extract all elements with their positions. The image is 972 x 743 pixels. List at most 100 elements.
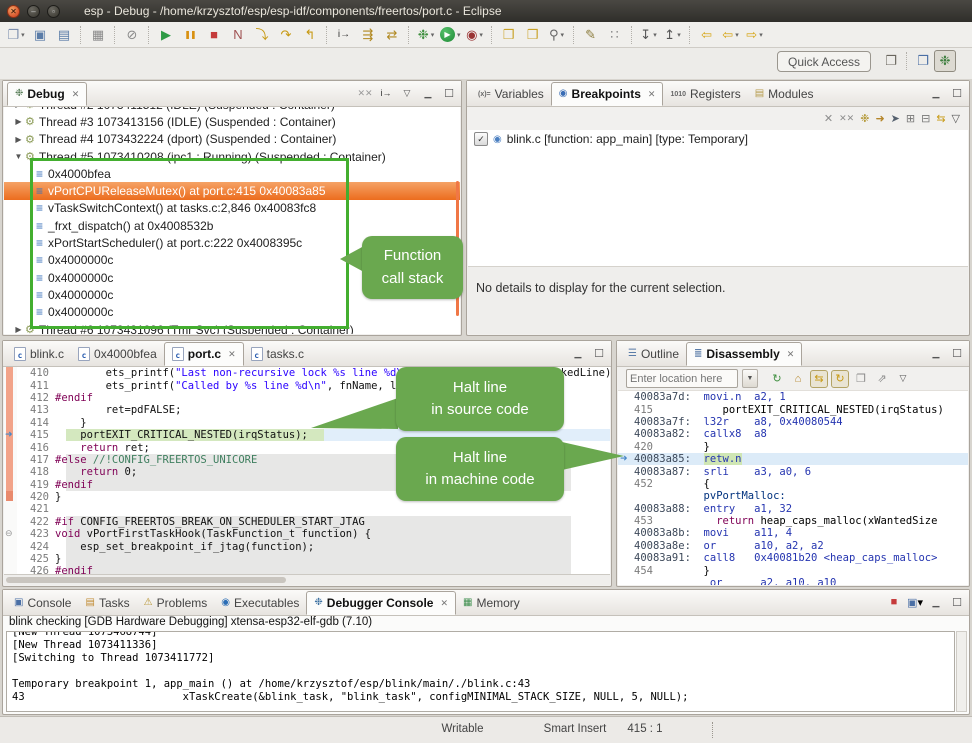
line-number[interactable]: 424: [17, 541, 55, 553]
tab-variables[interactable]: (x)=Variables: [471, 82, 551, 106]
back-to-last-edit-button[interactable]: ⇦: [695, 24, 719, 46]
line-number[interactable]: 416: [17, 442, 55, 454]
remove-all-terminated-button[interactable]: ✕✕: [356, 84, 374, 102]
tab-blink-c[interactable]: cblink.c: [7, 342, 71, 366]
tab-breakpoints[interactable]: ◉Breakpoints✕: [551, 82, 664, 106]
save-all-button[interactable]: ▤: [52, 24, 76, 46]
debug-frame-row[interactable]: ≡0x4000bfea: [4, 165, 460, 182]
debug-perspective-button[interactable]: ❉: [934, 50, 956, 72]
step-into-button[interactable]: ⤵: [250, 24, 274, 46]
disassembly-row[interactable]: 454 }: [618, 564, 968, 576]
debug-thread-row[interactable]: ▼⚙Thread #5 1073410208 (ipc1 : Running) …: [4, 148, 460, 165]
tab-tasks[interactable]: ▤Tasks: [78, 591, 136, 615]
line-number[interactable]: 414: [17, 417, 55, 429]
view-menu[interactable]: ▽: [952, 112, 960, 125]
debug-thread-row[interactable]: ▶⚙Thread #6 1073431096 (Tmr Svc) (Suspen…: [4, 321, 460, 334]
disassembly-row[interactable]: 420 }: [618, 441, 968, 453]
fold-collapse-icon[interactable]: ⊖: [5, 528, 13, 539]
close-icon[interactable]: ✕: [228, 349, 236, 360]
expander-icon[interactable]: ▼: [13, 152, 24, 161]
last-edit-location-button[interactable]: ✎: [579, 24, 603, 46]
console-output[interactable]: [New Thread 1073468744][New Thread 10734…: [6, 631, 955, 712]
minimize-button[interactable]: ▁: [927, 593, 945, 611]
disassembly-row[interactable]: 40083a88: entry a1, 32: [618, 503, 968, 515]
debug-thread-row[interactable]: ▶⚙Thread #4 1073432224 (dport) (Suspende…: [4, 131, 460, 148]
disassembly-row[interactable]: 452 {: [618, 478, 968, 490]
expander-icon[interactable]: ▶: [13, 135, 24, 144]
tab-tasks-c[interactable]: ctasks.c: [244, 342, 311, 366]
line-number[interactable]: 425: [17, 553, 55, 565]
close-icon[interactable]: ✕: [787, 349, 795, 360]
home-button[interactable]: ⌂: [789, 370, 807, 388]
remove-all-breakpoints-button[interactable]: ✕✕: [839, 113, 854, 124]
line-number[interactable]: 417: [17, 454, 55, 466]
back-button-dropdown-icon[interactable]: ▾: [735, 31, 739, 39]
scrollbar-thumb[interactable]: [6, 577, 286, 583]
disassembly-row[interactable]: or a2, a10, a10: [618, 577, 968, 585]
tab-modules[interactable]: ▤Modules: [748, 82, 821, 106]
disassembly-row[interactable]: 40083a7d: movi.n a2, 1: [618, 391, 968, 403]
line-number[interactable]: 410: [17, 367, 55, 379]
profile-button[interactable]: ◉▾: [463, 24, 487, 46]
debug-frame-row[interactable]: ≡_frxt_dispatch() at 0x4008532b: [4, 217, 460, 234]
tab-executables[interactable]: ◉Executables: [214, 591, 306, 615]
disassembly-view[interactable]: 40083a7d: movi.n a2, 1415 portEXIT_CRITI…: [618, 391, 968, 585]
minimize-button[interactable]: ▁: [927, 84, 945, 102]
disassembly-row[interactable]: 453 return heap_caps_malloc(xWantedSize: [618, 515, 968, 527]
new-wizard-button[interactable]: ❐▾: [4, 24, 28, 46]
terminate-button[interactable]: ■: [885, 593, 903, 611]
search-button-dropdown-icon[interactable]: ▾: [561, 31, 565, 39]
tab-outline[interactable]: ☰Outline: [621, 342, 686, 366]
disconnect-button[interactable]: N: [226, 24, 250, 46]
profile-button-dropdown-icon[interactable]: ▾: [479, 31, 483, 39]
open-element-button[interactable]: ❒: [521, 24, 545, 46]
expander-icon[interactable]: ▶: [13, 117, 24, 126]
disassembly-row[interactable]: 40083a87: srli a3, a0, 6: [618, 465, 968, 477]
location-dropdown-icon[interactable]: ▼: [742, 369, 758, 388]
mark-occurrences-button[interactable]: ∷: [603, 24, 627, 46]
disassembly-row[interactable]: pvPortMalloc:: [618, 490, 968, 502]
line-number[interactable]: 423: [17, 528, 55, 540]
tab-console[interactable]: ▣Console: [7, 591, 78, 615]
breakpoint-row[interactable]: ✓◉blink.c [function: app_main] [type: Te…: [468, 130, 968, 148]
editor-annotation-ruler[interactable]: [4, 367, 17, 575]
remove-breakpoint-button[interactable]: ✕: [824, 112, 833, 125]
suspend-button[interactable]: ❚❚: [178, 24, 202, 46]
line-number[interactable]: 411: [17, 380, 55, 392]
line-number[interactable]: 413: [17, 404, 55, 416]
tab-port-c[interactable]: cport.c✕: [164, 342, 244, 366]
maximize-button[interactable]: ☐: [590, 344, 608, 362]
minimize-button[interactable]: ▁: [419, 84, 437, 102]
terminate-button[interactable]: ■: [202, 24, 226, 46]
window-minimize-icon[interactable]: –: [27, 5, 40, 18]
step-return-button[interactable]: ↰: [298, 24, 322, 46]
console-scrollbar[interactable]: [956, 631, 967, 712]
maximize-button[interactable]: ☐: [948, 84, 966, 102]
code-line-421[interactable]: 421: [17, 503, 610, 515]
cpp-perspective-button[interactable]: ❐: [912, 50, 934, 72]
maximize-button[interactable]: ☐: [440, 84, 458, 102]
next-annotation-button[interactable]: ↧▾: [637, 24, 661, 46]
tab-problems[interactable]: ⚠Problems: [137, 591, 215, 615]
refresh-button[interactable]: ↻: [768, 370, 786, 388]
minimize-button[interactable]: ▁: [927, 344, 945, 362]
close-icon[interactable]: ✕: [440, 598, 448, 609]
tab-debug[interactable]: ❉ Debug ✕: [7, 82, 87, 106]
select-default-button[interactable]: ➤: [891, 112, 900, 125]
tab-debugger-console[interactable]: ❉Debugger Console✕: [306, 591, 456, 615]
expander-icon[interactable]: ▶: [13, 107, 24, 109]
show-breakpoints-button[interactable]: ❉: [860, 112, 869, 125]
forward-button-dropdown-icon[interactable]: ▾: [759, 31, 763, 39]
instruction-stepping-toggle[interactable]: i→: [377, 84, 395, 102]
location-input[interactable]: [626, 369, 738, 388]
disassembly-row[interactable]: 40083a91: call8 0x40081b20 <heap_caps_ma…: [618, 552, 968, 564]
maximize-button[interactable]: ☐: [948, 344, 966, 362]
line-number[interactable]: 415: [17, 429, 55, 441]
line-number[interactable]: 420: [17, 491, 55, 503]
close-icon[interactable]: ✕: [72, 89, 80, 100]
tab-0x4000bfea[interactable]: c0x4000bfea: [71, 342, 164, 366]
disassembly-row[interactable]: 40083a8b: movi a11, 4: [618, 527, 968, 539]
pin-button[interactable]: ⇗: [873, 370, 891, 388]
expand-all-button[interactable]: ⊞: [906, 112, 915, 125]
code-line-424[interactable]: 424 esp_set_breakpoint_if_jtag(function)…: [17, 540, 610, 552]
